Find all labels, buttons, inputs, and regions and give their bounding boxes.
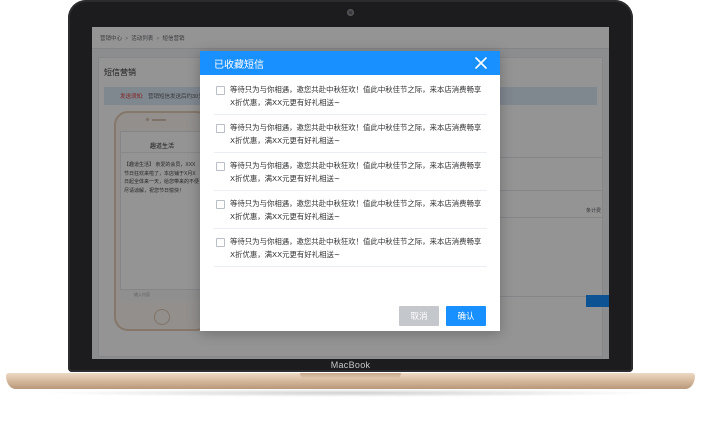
list-item[interactable]: 等待只为与你相遇，邀您共赴中秋狂欢！值此中秋佳节之际，来本店消费畅享X折优惠，满… bbox=[214, 191, 487, 229]
close-icon[interactable] bbox=[472, 54, 490, 72]
sms-text: 等待只为与你相遇，邀您共赴中秋狂欢！值此中秋佳节之际，来本店消费畅享X折优惠，满… bbox=[230, 161, 482, 183]
saved-sms-dialog: 已收藏短信 等待只为与你相遇，邀您共赴中秋狂欢！值此中秋佳节之际，来本店消费畅享… bbox=[200, 51, 500, 331]
laptop-notch bbox=[300, 373, 401, 379]
sms-checkbox[interactable] bbox=[216, 162, 225, 171]
dialog-title: 已收藏短信 bbox=[214, 60, 264, 71]
cancel-button[interactable]: 取消 bbox=[399, 306, 439, 326]
camera-icon bbox=[347, 9, 354, 16]
sms-checkbox[interactable] bbox=[216, 238, 225, 247]
brand-label: MacBook bbox=[330, 360, 371, 370]
saved-sms-list: 等待只为与你相遇，邀您共赴中秋狂欢！值此中秋佳节之际，来本店消费畅享X折优惠，满… bbox=[214, 79, 487, 267]
list-item[interactable]: 等待只为与你相遇，邀您共赴中秋狂欢！值此中秋佳节之际，来本店消费畅享X折优惠，满… bbox=[214, 153, 487, 191]
confirm-button[interactable]: 确认 bbox=[446, 306, 486, 326]
sms-checkbox[interactable] bbox=[216, 124, 225, 133]
sms-checkbox[interactable] bbox=[216, 86, 225, 95]
list-item[interactable]: 等待只为与你相遇，邀您共赴中秋狂欢！值此中秋佳节之际，来本店消费畅享X折优惠，满… bbox=[214, 229, 487, 267]
laptop-screen: 营销中心 > 活动列表 > 短信营销 短信营销 发送须知: 营销短信发送后约30分钟内完… bbox=[92, 27, 609, 359]
sms-text: 等待只为与你相遇，邀您共赴中秋狂欢！值此中秋佳节之际，来本店消费畅享X折优惠，满… bbox=[230, 85, 482, 107]
list-item[interactable]: 等待只为与你相遇，邀您共赴中秋狂欢！值此中秋佳节之际，来本店消费畅享X折优惠，满… bbox=[214, 79, 487, 115]
sms-text: 等待只为与你相遇，邀您共赴中秋狂欢！值此中秋佳节之际，来本店消费畅享X折优惠，满… bbox=[230, 123, 482, 145]
list-item[interactable]: 等待只为与你相遇，邀您共赴中秋狂欢！值此中秋佳节之际，来本店消费畅享X折优惠，满… bbox=[214, 115, 487, 153]
sms-text: 等待只为与你相遇，邀您共赴中秋狂欢！值此中秋佳节之际，来本店消费畅享X折优惠，满… bbox=[230, 237, 482, 259]
sms-text: 等待只为与你相遇，邀您共赴中秋狂欢！值此中秋佳节之际，来本店消费畅享X折优惠，满… bbox=[230, 199, 482, 221]
sms-checkbox[interactable] bbox=[216, 200, 225, 209]
laptop-shadow bbox=[40, 389, 661, 397]
